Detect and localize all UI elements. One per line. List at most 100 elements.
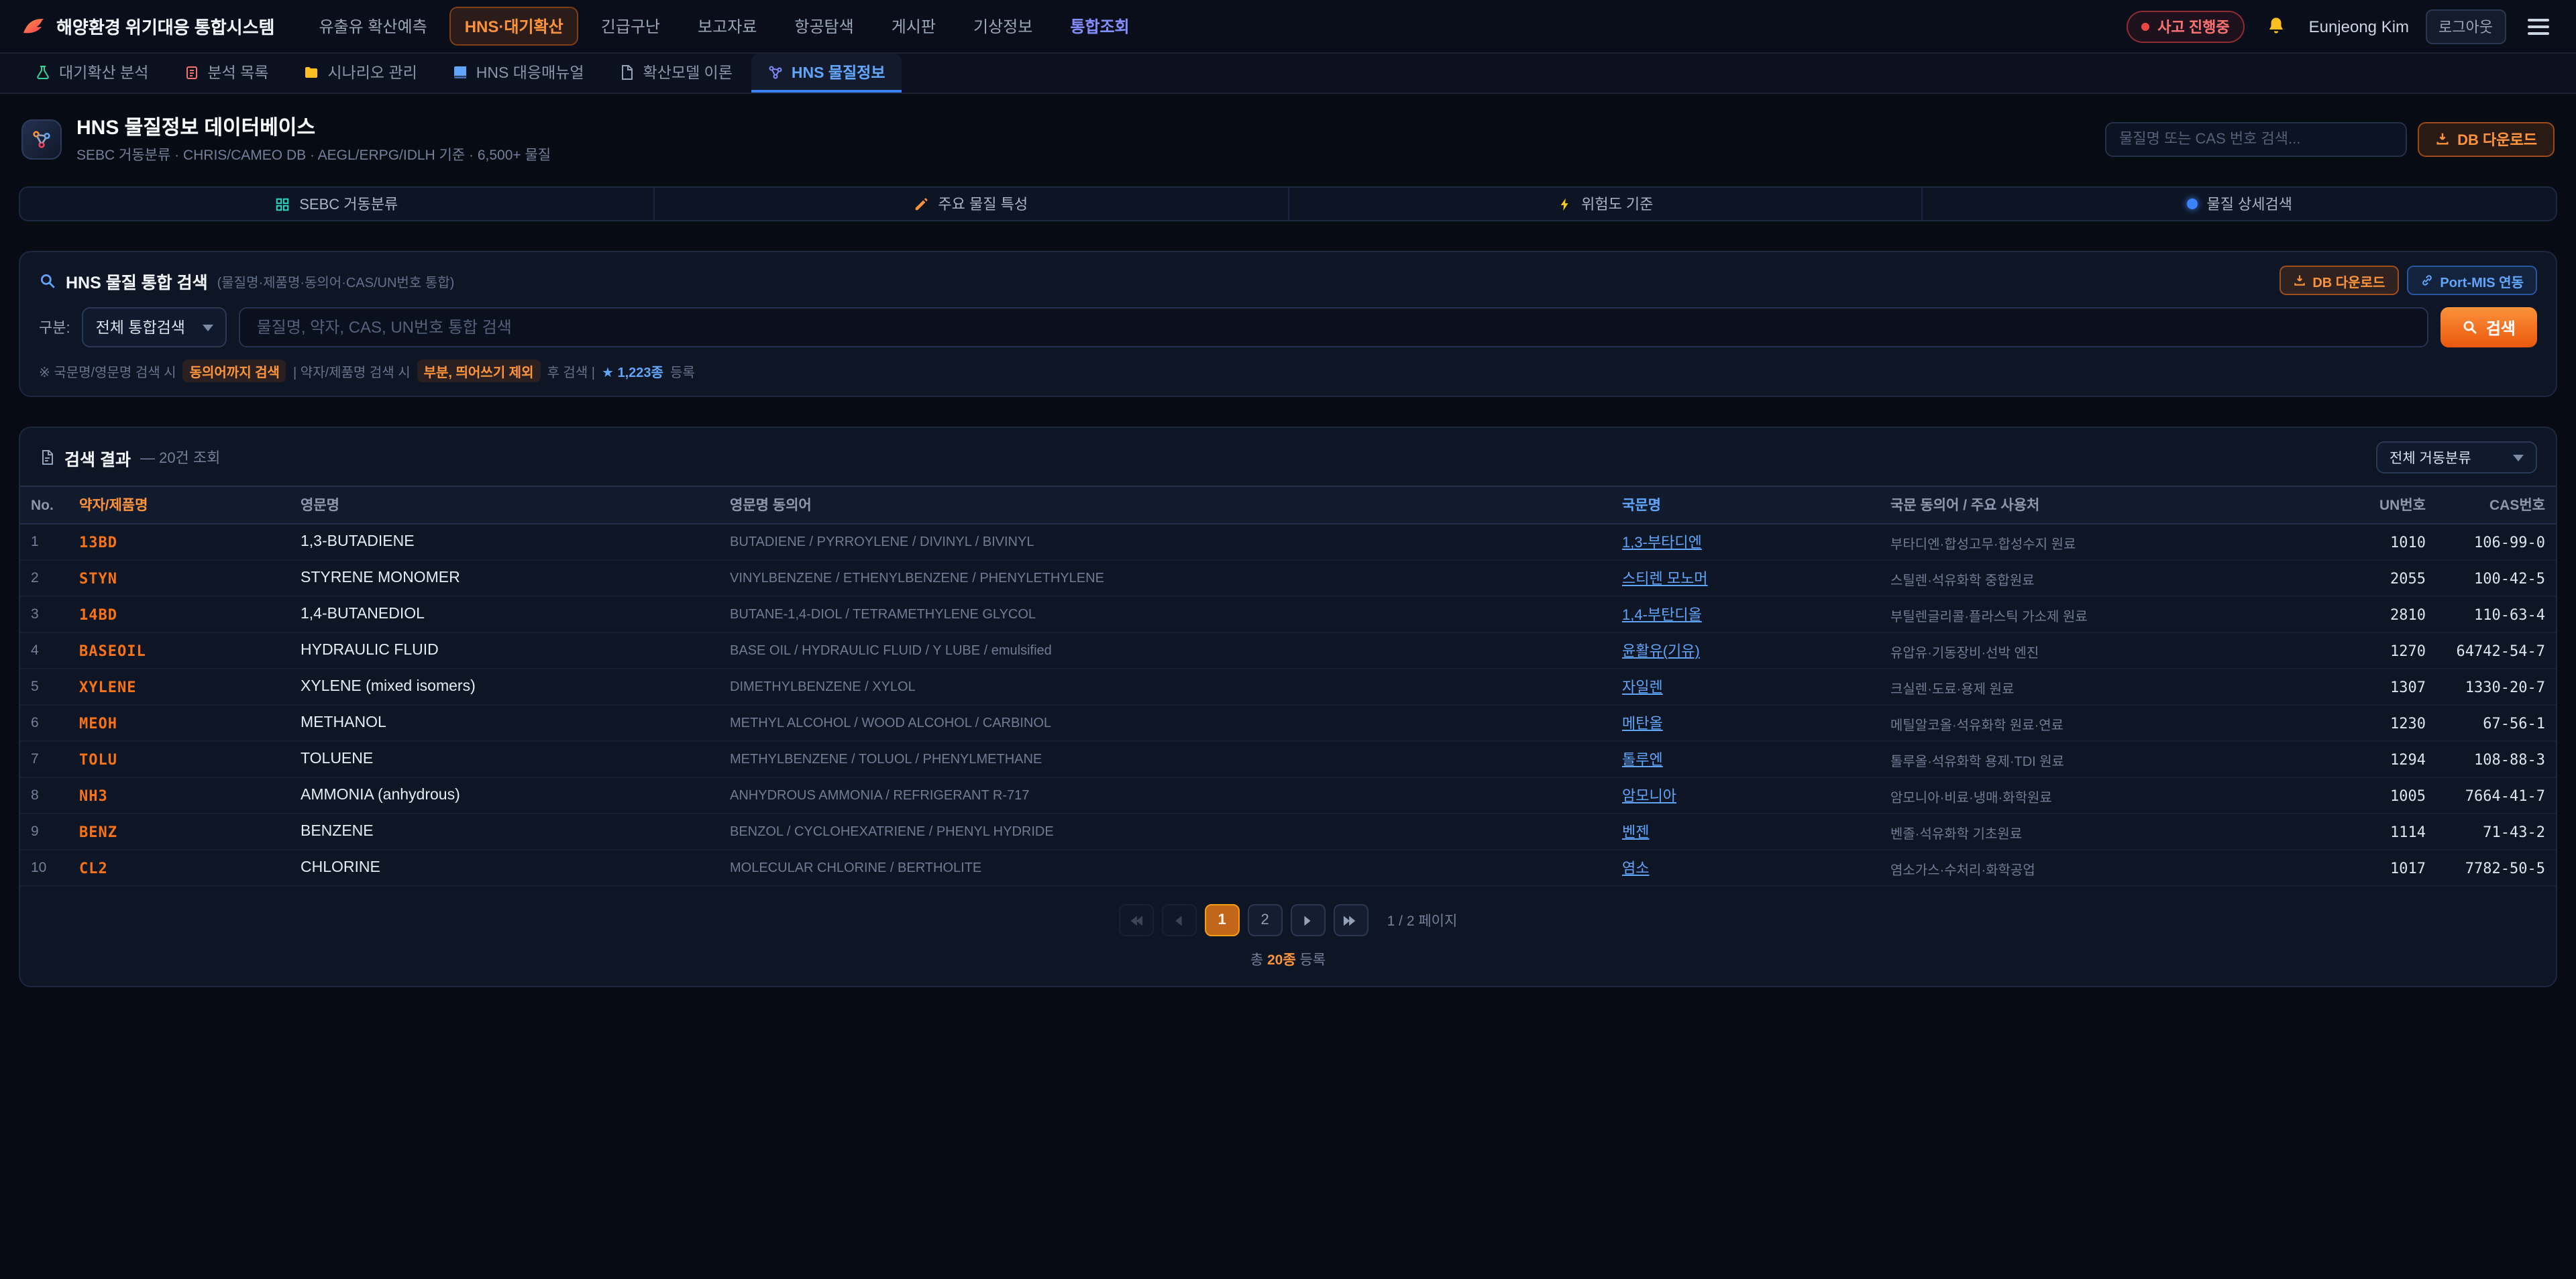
col-header-un-number: UN번호 bbox=[2329, 486, 2436, 524]
cas-number: 1330-20-7 bbox=[2436, 669, 2556, 705]
logo-icon bbox=[21, 14, 46, 38]
nav-item-emergency-rescue[interactable]: 긴급구난 bbox=[586, 7, 675, 46]
tab-label: 분석 목록 bbox=[207, 61, 268, 82]
cas-number: 100-42-5 bbox=[2436, 560, 2556, 596]
synonyms-en: MOLECULAR CHLORINE / BERTHOLITE bbox=[719, 850, 1611, 886]
tab-atmospheric-analysis[interactable]: 대기확산 분석 bbox=[19, 54, 164, 93]
cas-number: 110-63-4 bbox=[2436, 596, 2556, 632]
nav-item-weather[interactable]: 기상정보 bbox=[959, 7, 1047, 46]
table-row: 3 14BD 1,4-BUTANEDIOL BUTANE-1,4-DIOL / … bbox=[20, 596, 2556, 632]
portmis-link-button[interactable]: Port-MIS 연동 bbox=[2406, 266, 2537, 295]
name-ko-link[interactable]: 암모니아 bbox=[1622, 789, 1676, 805]
prev-page-button[interactable] bbox=[1162, 904, 1197, 936]
book-icon bbox=[452, 64, 468, 80]
row-number: 9 bbox=[20, 814, 68, 850]
red-dot-icon bbox=[2141, 22, 2149, 30]
page-info: 1 / 2 페이지 bbox=[1387, 910, 1458, 930]
col-header-no: No. bbox=[20, 486, 68, 524]
un-number: 2810 bbox=[2329, 596, 2436, 632]
name-ko-link[interactable]: 염소 bbox=[1622, 861, 1650, 877]
unified-search-input[interactable] bbox=[239, 307, 2428, 347]
name-ko-link[interactable]: 벤젠 bbox=[1622, 825, 1650, 841]
folder-icon bbox=[303, 64, 319, 80]
table-row: 2 STYN STYRENE MONOMER VINYLBENZENE / ET… bbox=[20, 560, 2556, 596]
col-header-name-en: 영문명 bbox=[290, 486, 719, 524]
document-icon bbox=[619, 64, 635, 80]
nav-item-integrated-lookup[interactable]: 통합조회 bbox=[1055, 7, 1144, 46]
name-ko-link[interactable]: 1,4-부탄디올 bbox=[1622, 608, 1702, 624]
synonyms-ko: 스틸렌·석유화학 중합원료 bbox=[1880, 560, 2329, 596]
section-tab-sebc-classification[interactable]: SEBC 거동분류 bbox=[20, 188, 655, 220]
search-hint: ※ 국문명/영문명 검색 시 동의어까지 검색 | 약자/제품명 검색 시 부분… bbox=[39, 359, 2537, 382]
row-number: 3 bbox=[20, 596, 68, 632]
download-icon bbox=[2292, 274, 2306, 287]
cas-number: 7782-50-5 bbox=[2436, 850, 2556, 886]
synonyms-en: BUTANE-1,4-DIOL / TETRAMETHYLENE GLYCOL bbox=[719, 596, 1611, 632]
row-number: 8 bbox=[20, 777, 68, 814]
nav-item-reports[interactable]: 보고자료 bbox=[683, 7, 771, 46]
page-header: HNS 물질정보 데이터베이스 SEBC 거동분류 · CHRIS/CAMEO … bbox=[0, 94, 2576, 181]
col-header-name-ko: 국문명 bbox=[1611, 486, 1880, 524]
search-icon bbox=[39, 272, 56, 289]
blue-dot-icon bbox=[2186, 199, 2197, 209]
abbr-code: CL2 bbox=[79, 859, 108, 877]
last-page-button[interactable] bbox=[1334, 904, 1368, 936]
logout-button[interactable]: 로그아웃 bbox=[2425, 9, 2506, 44]
name-ko-link[interactable]: 자일렌 bbox=[1622, 680, 1663, 696]
cas-number: 106-99-0 bbox=[2436, 524, 2556, 560]
results-count: — 20건 조회 bbox=[140, 447, 220, 468]
row-number: 2 bbox=[20, 560, 68, 596]
name-ko-link[interactable]: 톨루엔 bbox=[1622, 753, 1663, 769]
nav-item-board[interactable]: 게시판 bbox=[877, 7, 951, 46]
menu-icon[interactable] bbox=[2522, 13, 2555, 40]
un-number: 1270 bbox=[2329, 632, 2436, 669]
section-tab-key-properties[interactable]: 주요 물질 특성 bbox=[655, 188, 1289, 220]
bell-icon[interactable] bbox=[2261, 10, 2293, 42]
section-tab-risk-criteria[interactable]: 위험도 기준 bbox=[1289, 188, 1923, 220]
synonyms-en: BUTADIENE / PYRROYLENE / DIVINYL / BIVIN… bbox=[719, 524, 1611, 560]
nav-item-spill-prediction[interactable]: 유출유 확산예측 bbox=[304, 7, 441, 46]
search-button[interactable]: 검색 bbox=[2440, 307, 2537, 347]
first-page-button[interactable] bbox=[1119, 904, 1154, 936]
name-en: TOLUENE bbox=[290, 741, 719, 777]
next-page-button[interactable] bbox=[1291, 904, 1326, 936]
behavior-filter-select[interactable]: 전체 거동분류 bbox=[2376, 441, 2537, 474]
search-panel-note: (물질명·제품명·동의어·CAS/UN번호 통합) bbox=[217, 270, 455, 290]
results-table: No. 약자/제품명 영문명 영문명 동의어 국문명 국문 동의어 / 주요 사… bbox=[20, 486, 2556, 887]
section-tab-detail-search[interactable]: 물질 상세검색 bbox=[1923, 188, 2557, 220]
col-header-synonyms-ko: 국문 동의어 / 주요 사용처 bbox=[1880, 486, 2329, 524]
db-download-button[interactable]: DB 다운로드 bbox=[2417, 121, 2555, 156]
name-ko-link[interactable]: 메탄올 bbox=[1622, 716, 1663, 732]
name-en: CHLORINE bbox=[290, 850, 719, 886]
name-ko-link[interactable]: 스티렌 모노머 bbox=[1622, 571, 1708, 588]
logo[interactable]: 해양환경 위기대응 통합시스템 bbox=[21, 13, 274, 39]
tab-hns-substance-info[interactable]: HNS 물질정보 bbox=[751, 54, 902, 93]
name-en: 1,4-BUTANEDIOL bbox=[290, 596, 719, 632]
synonyms-en: VINYLBENZENE / ETHENYLBENZENE / PHENYLET… bbox=[719, 560, 1611, 596]
hint-highlight-synonyms: 동의어까지 검색 bbox=[183, 359, 286, 382]
hint-highlight-partial: 부분, 띄어쓰기 제외 bbox=[417, 359, 541, 382]
un-number: 1307 bbox=[2329, 669, 2436, 705]
tab-analysis-list[interactable]: 분석 목록 bbox=[167, 54, 284, 93]
row-number: 10 bbox=[20, 850, 68, 886]
table-row: 8 NH3 AMMONIA (anhydrous) ANHYDROUS AMMO… bbox=[20, 777, 2556, 814]
name-ko-link[interactable]: 윤활유(기유) bbox=[1622, 644, 1700, 660]
nav-item-hns-dispersion[interactable]: HNS·대기확산 bbox=[450, 7, 578, 46]
nav-item-aerial-search[interactable]: 항공탐색 bbox=[780, 7, 868, 46]
tab-scenario-management[interactable]: 시나리오 관리 bbox=[287, 54, 433, 93]
col-header-synonyms-en: 영문명 동의어 bbox=[719, 486, 1611, 524]
page-button-1[interactable]: 1 bbox=[1205, 904, 1240, 936]
incident-status-badge: 사고 진행중 bbox=[2127, 10, 2244, 42]
db-download-button-small[interactable]: DB 다운로드 bbox=[2279, 266, 2398, 295]
tab-dispersion-model-theory[interactable]: 확산모델 이론 bbox=[603, 54, 749, 93]
synonyms-ko: 크실렌·도료·용제 원료 bbox=[1880, 669, 2329, 705]
synonyms-en: METHYL ALCOHOL / WOOD ALCOHOL / CARBINOL bbox=[719, 705, 1611, 741]
page-button-2[interactable]: 2 bbox=[1248, 904, 1283, 936]
sub-tab-bar: 대기확산 분석 분석 목록 시나리오 관리 HNS 대응매뉴얼 확산모델 이론 … bbox=[0, 54, 2576, 94]
pagination: 1 2 1 / 2 페이지 bbox=[20, 904, 2556, 936]
header-search-input[interactable] bbox=[2104, 121, 2406, 156]
tab-label: 확산모델 이론 bbox=[643, 61, 733, 82]
name-ko-link[interactable]: 1,3-부타디엔 bbox=[1622, 535, 1702, 551]
category-select[interactable]: 전체 통합검색 bbox=[83, 307, 227, 347]
tab-hns-response-manual[interactable]: HNS 대응매뉴얼 bbox=[436, 54, 600, 93]
